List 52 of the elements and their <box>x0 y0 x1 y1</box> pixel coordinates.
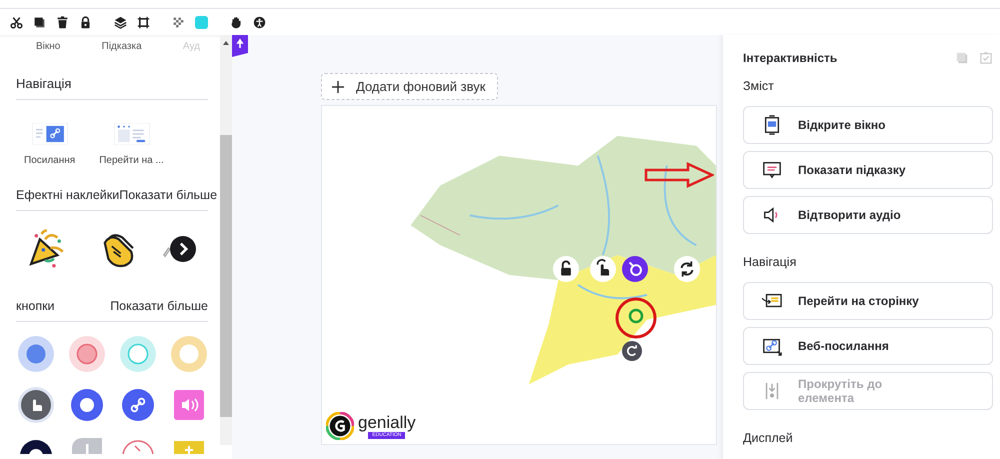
link-tile-icon[interactable] <box>32 123 68 145</box>
tile-label: Посилання <box>24 155 76 166</box>
transparency-icon[interactable] <box>172 16 185 28</box>
duplicate-icon[interactable] <box>33 16 46 28</box>
tooltip-icon <box>762 160 782 180</box>
panel-title: Інтерактивність <box>743 51 838 65</box>
rotate-handle-icon[interactable] <box>622 341 642 361</box>
interactivity-handle-icon[interactable] <box>622 256 648 282</box>
accessibility-icon[interactable] <box>253 16 266 28</box>
page-tile-icon[interactable] <box>114 123 150 145</box>
genially-logo-icon <box>326 412 354 440</box>
action-button[interactable]: Відтворити аудіо <box>743 196 993 234</box>
action-button[interactable]: Показати підказку <box>743 151 993 189</box>
hand-icon[interactable] <box>230 16 243 28</box>
pin-tab-icon[interactable] <box>232 35 248 57</box>
round-button-preset[interactable] <box>18 438 54 454</box>
logo-name: genially <box>358 414 416 432</box>
align-icon[interactable] <box>137 16 150 28</box>
cut-icon[interactable] <box>10 16 23 28</box>
section-title: Зміст <box>743 79 775 93</box>
element-label: Вікно <box>36 41 60 52</box>
section-title: кнопки <box>16 299 55 313</box>
show-more-link[interactable]: Показати більше <box>119 188 218 202</box>
arrow-button-preset[interactable] <box>120 438 156 454</box>
lock-icon[interactable] <box>79 16 92 28</box>
section-title: Ефектні наклейки <box>16 188 120 202</box>
delete-icon[interactable] <box>56 16 69 28</box>
color-swatch[interactable] <box>195 16 208 28</box>
web-link-icon <box>762 336 782 356</box>
arrow-annotation <box>644 162 714 188</box>
link-button-preset[interactable] <box>120 387 156 423</box>
section-title: Навігація <box>743 255 798 269</box>
tile-label: Перейти на ... <box>99 155 164 166</box>
element-label: Ауд <box>182 41 200 52</box>
next-arrow-button[interactable] <box>170 236 196 262</box>
window-icon <box>762 115 782 135</box>
checkbox-icon[interactable] <box>980 52 992 64</box>
section-title: Навігація <box>16 76 72 91</box>
action-button[interactable]: Відкрите вікно <box>743 106 993 144</box>
action-button[interactable]: Перейти на сторінку <box>743 282 993 320</box>
refresh-handle-icon[interactable] <box>674 256 700 282</box>
section-title: Дисплей <box>743 431 794 445</box>
action-button[interactable]: Веб-посилання <box>743 327 993 365</box>
unlock-handle-icon[interactable] <box>553 256 579 282</box>
add-background-sound-button[interactable]: Додати фоновий звук <box>321 73 498 100</box>
show-more-link[interactable]: Показати більше <box>110 299 208 313</box>
circle-annotation <box>614 296 658 340</box>
plus-icon <box>332 80 344 92</box>
speaker-button-preset[interactable] <box>171 387 207 423</box>
scrollbar[interactable] <box>220 35 232 445</box>
layers-icon[interactable] <box>114 16 127 28</box>
element-label: Підказка <box>102 41 142 52</box>
